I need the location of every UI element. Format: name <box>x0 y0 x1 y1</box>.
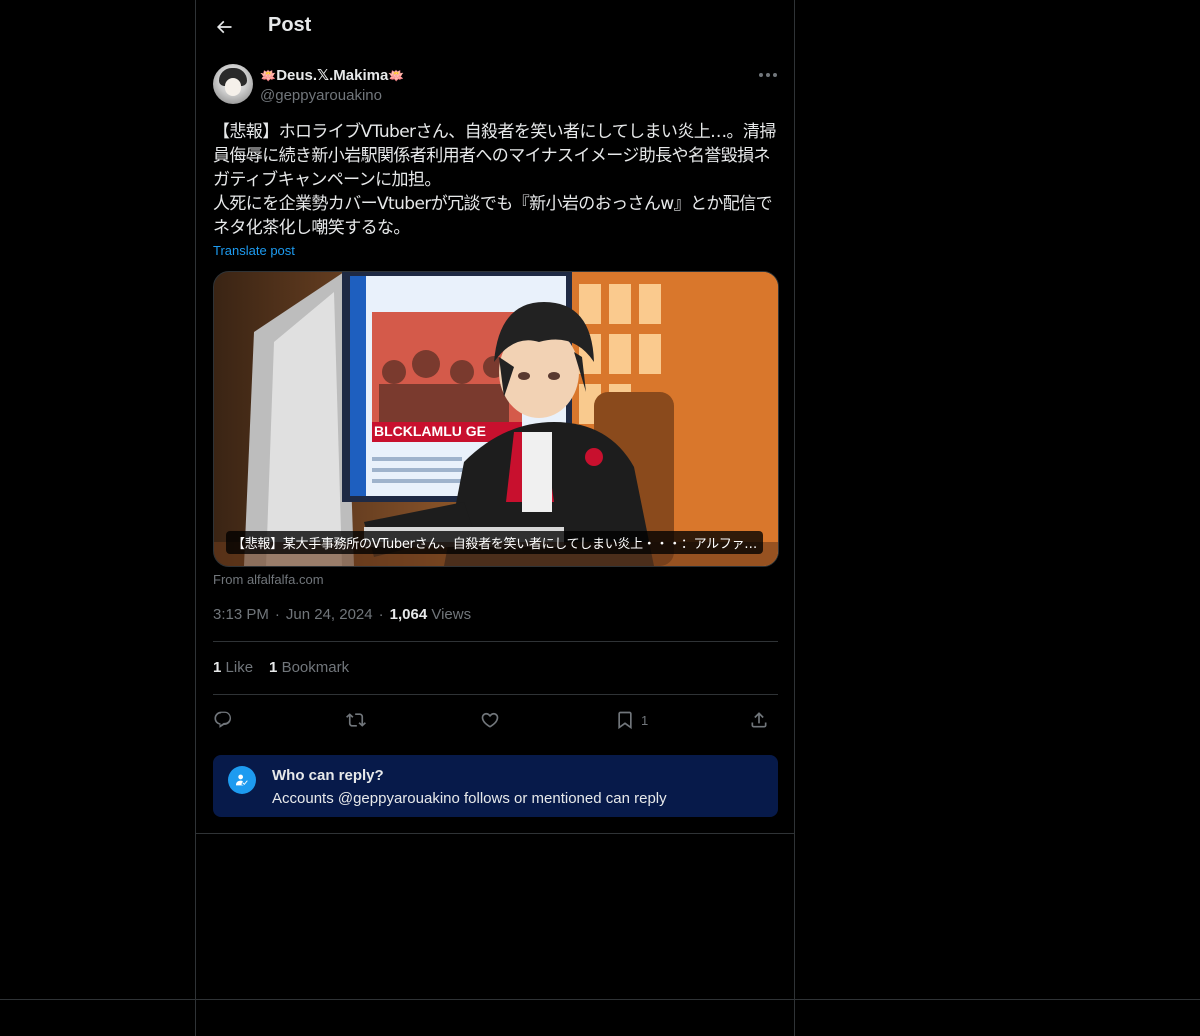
likes-count: 1 <box>213 659 222 676</box>
post-header: Post <box>196 0 794 53</box>
bookmarks-count: 1 <box>269 659 278 676</box>
bookmarks-label: Bookmark <box>281 659 350 676</box>
link-card-image[interactable]: BLCKLAMLU GE 【悲報】某大手事務所のVTuberさん、自殺者を笑い者… <box>213 271 779 567</box>
repost-button[interactable] <box>346 704 366 736</box>
like-icon <box>481 712 499 728</box>
arrow-left-icon <box>216 20 232 34</box>
media-banner-text: BLCKLAMLU GE <box>374 423 486 439</box>
translate-post-link[interactable]: Translate post <box>213 243 295 258</box>
lotus-emoji-icon: 🪷 <box>388 68 405 83</box>
share-icon <box>751 712 767 728</box>
action-bar: 1 <box>213 704 778 736</box>
post-time[interactable]: 3:13 PM <box>213 606 269 623</box>
link-card-caption: 【悲報】某大手事務所のVTuberさん、自殺者を笑い者にしてしまい炎上・・・：ア… <box>226 531 763 554</box>
views-count: 1,064 <box>389 606 428 623</box>
like-button[interactable] <box>480 704 500 736</box>
post-text: 【悲報】ホロライブVTuberさん、自殺者を笑い者にしてしまい炎上…。清掃員侮辱… <box>213 122 776 238</box>
separator-dot: · <box>274 606 280 623</box>
repost-icon <box>346 713 366 727</box>
primary-column: Post 🪷Deus.𝕏.Makima🪷 @geppyarouakino 【悲報… <box>195 0 795 1036</box>
bookmark-button[interactable]: 1 <box>615 704 648 736</box>
separator-dot: · <box>378 606 384 623</box>
reply-button[interactable] <box>213 704 233 736</box>
views-label: Views <box>431 606 472 623</box>
avatar[interactable] <box>213 64 253 104</box>
user-check-icon <box>228 766 256 794</box>
more-options-button[interactable] <box>754 64 782 86</box>
bookmarks-stat[interactable]: 1 Bookmark <box>269 659 349 676</box>
back-button[interactable] <box>210 13 238 41</box>
likes-label: Like <box>225 659 254 676</box>
post-metadata: 3:13 PM · Jun 24, 2024 · 1,064 Views <box>213 606 471 623</box>
bottom-divider <box>0 999 1200 1000</box>
author-handle[interactable]: @geppyarouakino <box>260 87 382 104</box>
engagement-stats: 1 Like 1 Bookmark <box>213 659 365 676</box>
reply-restriction-subtitle: Accounts @geppyarouakino follows or ment… <box>272 790 667 807</box>
divider <box>213 694 778 695</box>
likes-stat[interactable]: 1 Like <box>213 659 253 676</box>
post-date[interactable]: Jun 24, 2024 <box>286 606 373 623</box>
bookmark-count: 1 <box>641 712 649 728</box>
bookmark-icon <box>618 711 632 730</box>
author-name-text: Deus.𝕏.Makima <box>276 67 389 84</box>
author-display-name[interactable]: 🪷Deus.𝕏.Makima🪷 <box>260 66 405 84</box>
page-title: Post <box>268 14 312 36</box>
lotus-emoji-icon: 🪷 <box>260 68 277 83</box>
link-card-source[interactable]: From alfalfalfa.com <box>213 572 324 587</box>
share-button[interactable] <box>749 704 769 736</box>
media-illustration: BLCKLAMLU GE <box>214 272 778 566</box>
reply-restriction-title: Who can reply? <box>272 767 384 784</box>
divider <box>196 833 794 834</box>
reply-restriction-notice: Who can reply? Accounts @geppyarouakino … <box>213 755 778 817</box>
reply-icon <box>214 711 232 728</box>
divider <box>213 641 778 642</box>
